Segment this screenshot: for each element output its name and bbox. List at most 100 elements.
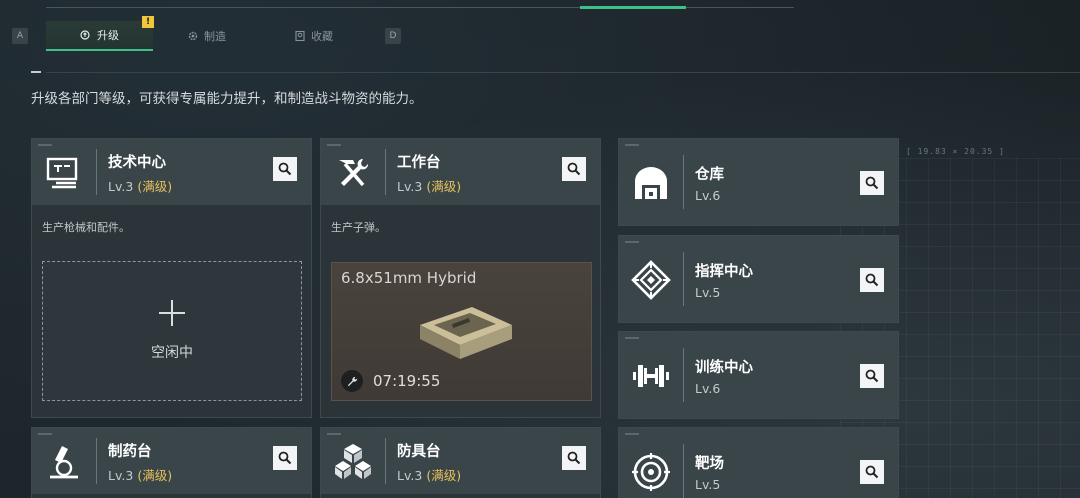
search-button[interactable] xyxy=(860,364,884,388)
card-command-center[interactable]: 指挥中心 Lv.5 xyxy=(618,235,899,323)
card-tick xyxy=(625,241,639,243)
level-value: Lv.3 xyxy=(397,468,423,483)
card-level: Lv.6 xyxy=(695,381,721,396)
card-tick xyxy=(625,433,639,435)
production-slot[interactable]: 6.8x51mm Hybrid 07:19:55 xyxy=(331,262,592,401)
card-separator xyxy=(683,348,684,402)
card-title: 靶场 xyxy=(695,456,724,472)
dumbbell-icon xyxy=(633,365,669,387)
tab-craft[interactable]: 制造 xyxy=(153,21,260,51)
card-title: 制药台 xyxy=(108,444,152,460)
card-header: 防具台 Lv.3 (满级) xyxy=(321,428,600,494)
production-timer: 07:19:55 xyxy=(373,372,441,390)
card-level: Lv.5 xyxy=(695,477,721,492)
tab-collection-label: 收藏 xyxy=(311,30,333,43)
card-tick xyxy=(625,144,639,146)
card-description: 生产子弹。 xyxy=(331,221,386,234)
cubes-icon xyxy=(335,444,371,479)
upgrade-icon xyxy=(80,30,90,40)
card-separator xyxy=(96,438,97,484)
card-level: Lv.6 xyxy=(695,188,721,203)
card-level: Lv.3 (满级) xyxy=(108,176,172,195)
microscope-icon xyxy=(50,446,78,479)
idle-label: 空闲中 xyxy=(151,345,193,361)
computer-icon xyxy=(46,157,78,189)
idle-production-slot[interactable]: 空闲中 xyxy=(42,261,302,401)
card-header: 工作台 Lv.3 (满级) xyxy=(321,139,600,205)
maxed-tag: (满级) xyxy=(426,468,462,483)
card-title: 训练中心 xyxy=(695,360,753,376)
search-button[interactable] xyxy=(562,157,586,181)
section-divider xyxy=(46,72,1080,73)
card-description: 生产枪械和配件。 xyxy=(42,221,130,234)
card-tick xyxy=(38,433,52,435)
search-icon xyxy=(278,162,292,176)
card-level: Lv.5 xyxy=(695,285,721,300)
card-header: 制药台 Lv.3 (满级) xyxy=(32,428,311,494)
hud-readout: [ 19.83 × 20.35 ] xyxy=(906,147,1005,156)
card-header: 训练中心 Lv.6 xyxy=(619,332,898,418)
maxed-tag: (满级) xyxy=(137,179,173,194)
level-value: Lv.3 xyxy=(397,179,423,194)
card-tick xyxy=(38,144,52,146)
card-tech-center[interactable]: 技术中心 Lv.3 (满级) 生产枪械和配件。 空闲中 xyxy=(31,138,312,418)
card-separator xyxy=(385,149,386,195)
card-header: 指挥中心 Lv.5 xyxy=(619,236,898,322)
search-icon xyxy=(278,451,292,465)
warehouse-icon xyxy=(635,167,667,199)
maxed-tag: (满级) xyxy=(137,468,173,483)
level-value: Lv.3 xyxy=(108,468,134,483)
card-header: 靶场 Lv.5 xyxy=(619,428,898,498)
wrench-timer-icon xyxy=(341,370,363,392)
level-value: Lv.3 xyxy=(108,179,134,194)
section-marker xyxy=(31,71,41,73)
search-button[interactable] xyxy=(562,446,586,470)
search-button[interactable] xyxy=(860,171,884,195)
search-button[interactable] xyxy=(860,460,884,484)
maxed-tag: (满级) xyxy=(426,179,462,194)
search-icon xyxy=(865,176,879,190)
plus-icon xyxy=(159,300,185,326)
card-separator xyxy=(683,444,684,498)
top-divider-accent xyxy=(580,6,686,9)
page-description: 升级各部门等级，可获得专属能力提升，和制造战斗物资的能力。 xyxy=(31,91,423,107)
card-separator xyxy=(683,252,684,306)
card-warehouse[interactable]: 仓库 Lv.6 xyxy=(618,138,899,226)
search-button[interactable] xyxy=(273,157,297,181)
search-button[interactable] xyxy=(860,268,884,292)
card-title: 指挥中心 xyxy=(695,264,753,280)
tab-upgrade[interactable]: 升级 ! xyxy=(46,16,154,51)
card-tick xyxy=(327,144,341,146)
card-pharmacy[interactable]: 制药台 Lv.3 (满级) xyxy=(31,427,312,498)
card-title: 仓库 xyxy=(695,167,724,183)
search-icon xyxy=(865,273,879,287)
card-header: 仓库 Lv.6 xyxy=(619,139,898,225)
card-level: Lv.3 (满级) xyxy=(397,176,461,195)
target-icon xyxy=(632,453,670,491)
hammer-wrench-icon xyxy=(339,158,369,187)
card-separator xyxy=(96,149,97,195)
card-level: Lv.3 (满级) xyxy=(397,465,461,484)
ammo-box-image xyxy=(420,307,512,359)
card-tick xyxy=(327,433,341,435)
card-shooting-range[interactable]: 靶场 Lv.5 xyxy=(618,427,899,498)
search-icon xyxy=(567,162,581,176)
card-title: 技术中心 xyxy=(108,155,166,171)
card-title: 工作台 xyxy=(397,155,441,171)
card-armor-bench[interactable]: 防具台 Lv.3 (满级) xyxy=(320,427,601,498)
gear-icon xyxy=(188,31,198,41)
card-workbench[interactable]: 工作台 Lv.3 (满级) 生产子弹。 6.8x51mm Hybrid 07:1… xyxy=(320,138,601,418)
key-hint-d: D xyxy=(385,28,401,44)
search-button[interactable] xyxy=(273,446,297,470)
card-title: 防具台 xyxy=(397,444,441,460)
card-separator xyxy=(683,155,684,209)
card-header: 技术中心 Lv.3 (满级) xyxy=(32,139,311,205)
card-training-center[interactable]: 训练中心 Lv.6 xyxy=(618,331,899,419)
trophy-icon xyxy=(295,30,305,42)
card-level: Lv.3 (满级) xyxy=(108,465,172,484)
diamond-emblem-icon xyxy=(631,260,671,300)
tab-craft-label: 制造 xyxy=(204,30,226,43)
search-icon xyxy=(567,451,581,465)
key-hint-a: A xyxy=(12,28,28,44)
tab-collection[interactable]: 收藏 xyxy=(260,21,367,51)
